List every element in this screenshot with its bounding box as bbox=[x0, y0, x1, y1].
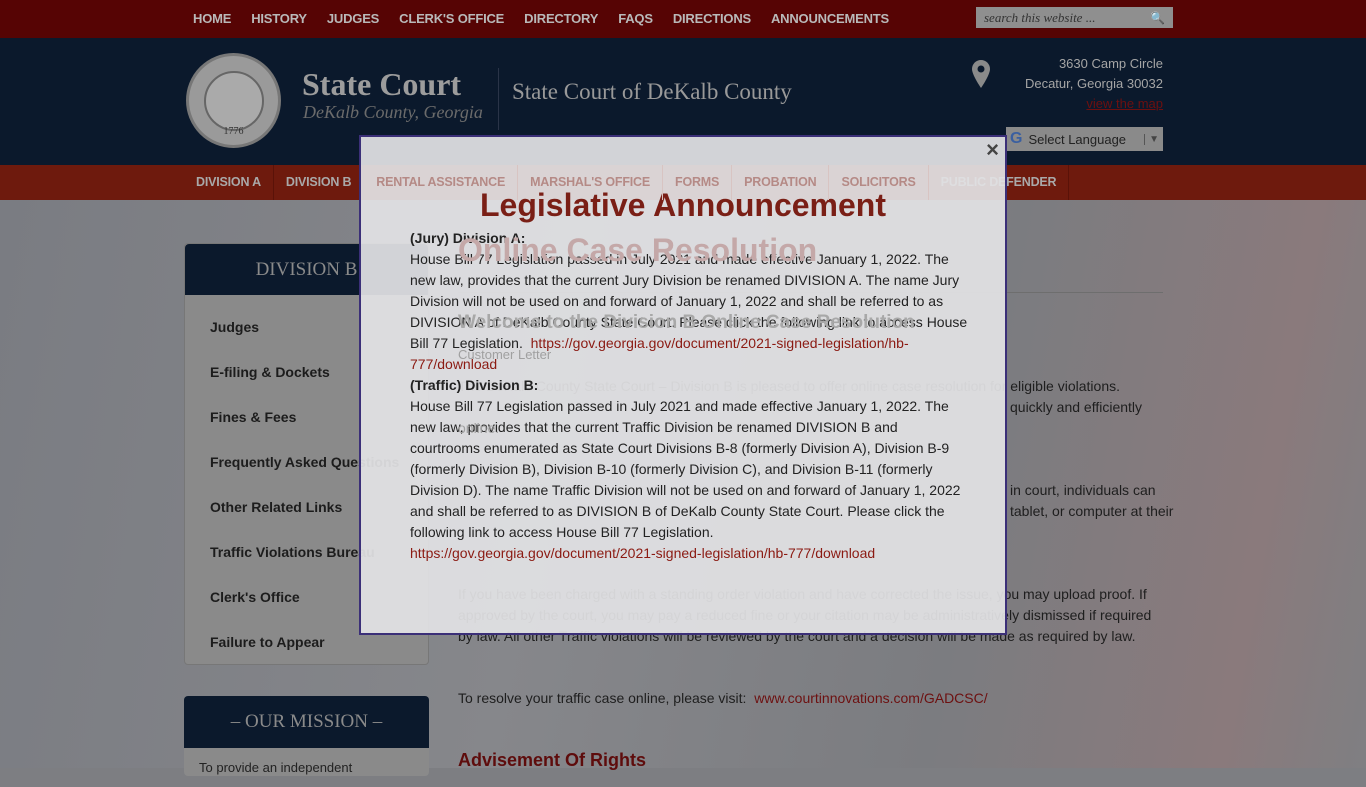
modal-body: (Jury) Division A: House Bill 77 Legisla… bbox=[410, 228, 970, 564]
topnav-directory[interactable]: DIRECTORY bbox=[524, 11, 598, 26]
map-pin-icon bbox=[972, 60, 990, 88]
dropdown-arrow-icon: ▼ bbox=[1144, 133, 1159, 145]
language-select[interactable]: G Select Language ▼ bbox=[1006, 127, 1163, 151]
language-label: Select Language bbox=[1028, 131, 1127, 147]
division-b-link[interactable]: https://gov.georgia.gov/document/2021-si… bbox=[410, 545, 875, 561]
search-input[interactable] bbox=[984, 9, 1144, 26]
mission-panel: – OUR MISSION – To provide an independen… bbox=[184, 696, 429, 776]
seal-year: 1776 bbox=[223, 126, 244, 137]
sidebar-item-judges[interactable]: Judges bbox=[210, 319, 259, 335]
google-icon: G bbox=[1010, 130, 1023, 147]
nav-division-b[interactable]: DIVISION B bbox=[274, 165, 365, 200]
info-line-2: tablet, or computer at their bbox=[1010, 503, 1174, 519]
search-box: 🔍 bbox=[976, 7, 1173, 28]
sidebar-item-fines[interactable]: Fines & Fees bbox=[210, 409, 296, 425]
division-b-heading: (Traffic) Division B: bbox=[410, 377, 539, 393]
topnav-history[interactable]: HISTORY bbox=[251, 11, 307, 26]
welcome-heading: Welcome to the Division B Online Case Re… bbox=[458, 312, 915, 333]
sidebar-item-clerk[interactable]: Clerk's Office bbox=[210, 589, 300, 605]
topnav-announcements[interactable]: ANNOUNCEMENTS bbox=[771, 11, 889, 26]
intro-line-2: quickly and efficiently bbox=[1010, 399, 1143, 415]
top-nav: HOME HISTORY JUDGES CLERK'S OFFICE DIREC… bbox=[193, 11, 889, 26]
topnav-faqs[interactable]: FAQS bbox=[618, 11, 653, 26]
nav-probation[interactable]: PROBATION bbox=[732, 165, 830, 200]
sidebar-item-links[interactable]: Other Related Links bbox=[210, 499, 342, 515]
nav-marshals-office[interactable]: MARSHAL'S OFFICE bbox=[518, 165, 664, 200]
sidebar-item-fta[interactable]: Failure to Appear bbox=[210, 634, 325, 650]
sidebar-item-tvb[interactable]: Traffic Violations Bureau bbox=[210, 544, 375, 560]
court-innovations-link[interactable]: www.courtinnovations.com/GADCSC/ bbox=[754, 690, 987, 706]
topnav-clerks-office[interactable]: CLERK'S OFFICE bbox=[399, 11, 504, 26]
nav-rental-assistance[interactable]: RENTAL ASSISTANCE bbox=[364, 165, 519, 200]
info-line-1: in court, individuals can bbox=[1010, 482, 1156, 498]
resolve-text: To resolve your traffic case online, ple… bbox=[458, 690, 747, 706]
search-icon[interactable]: 🔍 bbox=[1150, 11, 1165, 25]
address-line1: 3630 Camp Circle bbox=[1058, 56, 1163, 71]
address-line2: Decatur, Georgia 30032 bbox=[1024, 76, 1163, 91]
view-map-link[interactable]: view the map bbox=[1025, 94, 1163, 114]
nav-division-a[interactable]: DIVISION A bbox=[184, 165, 274, 200]
topnav-directions[interactable]: DIRECTIONS bbox=[673, 11, 751, 26]
topnav-home[interactable]: HOME bbox=[193, 11, 231, 26]
customer-letter-link[interactable]: Customer Letter bbox=[458, 347, 551, 362]
mission-title: – OUR MISSION – bbox=[184, 696, 429, 748]
georgia-seal-logo[interactable]: 1776 bbox=[186, 53, 281, 148]
brand-title[interactable]: State Court bbox=[302, 66, 461, 103]
top-bar: HOME HISTORY JUDGES CLERK'S OFFICE DIREC… bbox=[0, 0, 1366, 38]
nav-solicitors[interactable]: SOLICITORS bbox=[829, 165, 929, 200]
address: 3630 Camp Circle Decatur, Georgia 30032 … bbox=[1025, 54, 1163, 114]
page-title: Online Case Resolution bbox=[458, 232, 818, 268]
close-icon[interactable]: × bbox=[986, 137, 999, 163]
topnav-judges[interactable]: JUDGES bbox=[327, 11, 379, 26]
brand-subtitle: DeKalb County, Georgia bbox=[303, 102, 483, 122]
header-divider bbox=[498, 68, 499, 130]
legislative-announcement-modal: × Legislative Announcement (Jury) Divisi… bbox=[359, 135, 1007, 635]
site-name: State Court of DeKalb County bbox=[512, 79, 792, 104]
main-nav: DIVISION A DIVISION B RENTAL ASSISTANCE … bbox=[0, 165, 1366, 200]
intro-line-3: online. bbox=[458, 420, 500, 436]
sidebar-item-efiling[interactable]: E-filing & Dockets bbox=[210, 364, 330, 380]
resolve-online: To resolve your traffic case online, ple… bbox=[458, 690, 988, 706]
nav-forms[interactable]: FORMS bbox=[663, 165, 733, 200]
